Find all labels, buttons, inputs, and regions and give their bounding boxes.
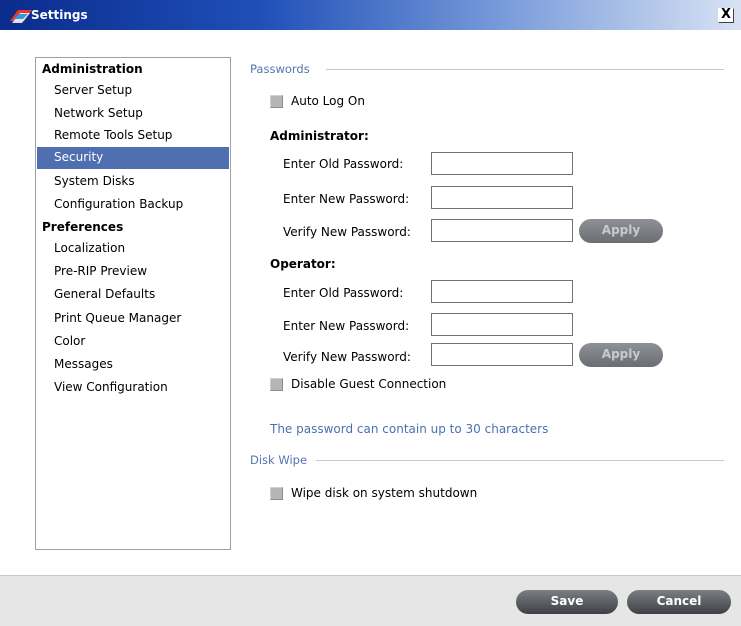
- operator-title: Operator:: [270, 257, 336, 271]
- settings-window: Settings X Administration Server Setup N…: [0, 0, 741, 626]
- sidebar-item-server-setup[interactable]: Server Setup: [37, 80, 229, 102]
- sidebar-item-messages[interactable]: Messages: [37, 354, 229, 376]
- operator-old-password-label: Enter Old Password:: [283, 286, 404, 300]
- admin-old-password-label: Enter Old Password:: [283, 157, 404, 171]
- sidebar-item-color[interactable]: Color: [37, 331, 229, 353]
- close-button[interactable]: X: [718, 7, 734, 23]
- operator-apply-button[interactable]: Apply: [579, 343, 663, 367]
- operator-verify-password-label: Verify New Password:: [283, 350, 411, 364]
- dialog-footer: Save Cancel: [0, 575, 741, 626]
- operator-verify-password-field[interactable]: [431, 343, 573, 366]
- settings-nav: Administration Server Setup Network Setu…: [35, 57, 231, 550]
- admin-verify-password-field[interactable]: [431, 219, 573, 242]
- section-divider: [316, 460, 724, 461]
- sidebar-item-security[interactable]: Security: [37, 147, 229, 169]
- title-bar[interactable]: Settings X: [0, 0, 741, 30]
- admin-apply-button[interactable]: Apply: [579, 219, 663, 243]
- window-title: Settings: [31, 8, 88, 22]
- disable-guest-checkbox[interactable]: [270, 378, 283, 391]
- sidebar-item-view-configuration[interactable]: View Configuration: [37, 377, 229, 399]
- wipe-disk-label: Wipe disk on system shutdown: [291, 486, 478, 500]
- save-button[interactable]: Save: [516, 590, 618, 614]
- admin-old-password-field[interactable]: [431, 152, 573, 175]
- sidebar-item-pre-rip-preview[interactable]: Pre-RIP Preview: [37, 261, 229, 283]
- section-divider: [326, 69, 724, 70]
- sidebar-item-localization[interactable]: Localization: [37, 238, 229, 260]
- wipe-disk-checkbox[interactable]: [270, 487, 283, 500]
- auto-log-on-label: Auto Log On: [291, 94, 365, 108]
- cancel-button[interactable]: Cancel: [627, 590, 731, 614]
- operator-new-password-field[interactable]: [431, 313, 573, 336]
- admin-new-password-field[interactable]: [431, 186, 573, 209]
- sidebar-item-general-defaults[interactable]: General Defaults: [37, 284, 229, 306]
- nav-header-administration: Administration: [42, 62, 143, 76]
- section-label-disk-wipe: Disk Wipe: [250, 453, 308, 467]
- sidebar-item-configuration-backup[interactable]: Configuration Backup: [37, 194, 229, 216]
- auto-log-on-checkbox[interactable]: [270, 95, 283, 108]
- sidebar-item-remote-tools-setup[interactable]: Remote Tools Setup: [37, 125, 229, 147]
- operator-new-password-label: Enter New Password:: [283, 319, 410, 333]
- disable-guest-label: Disable Guest Connection: [291, 377, 447, 391]
- section-label-passwords: Passwords: [250, 62, 310, 76]
- close-icon: X: [721, 7, 732, 22]
- sidebar-item-print-queue-manager[interactable]: Print Queue Manager: [37, 308, 229, 330]
- sidebar-item-system-disks[interactable]: System Disks: [37, 171, 229, 193]
- nav-header-preferences: Preferences: [42, 220, 124, 234]
- admin-new-password-label: Enter New Password:: [283, 192, 410, 206]
- administrator-title: Administrator:: [270, 129, 369, 143]
- admin-verify-password-label: Verify New Password:: [283, 225, 411, 239]
- password-info-text: The password can contain up to 30 charac…: [270, 422, 549, 436]
- sidebar-item-network-setup[interactable]: Network Setup: [37, 103, 229, 125]
- operator-old-password-field[interactable]: [431, 280, 573, 303]
